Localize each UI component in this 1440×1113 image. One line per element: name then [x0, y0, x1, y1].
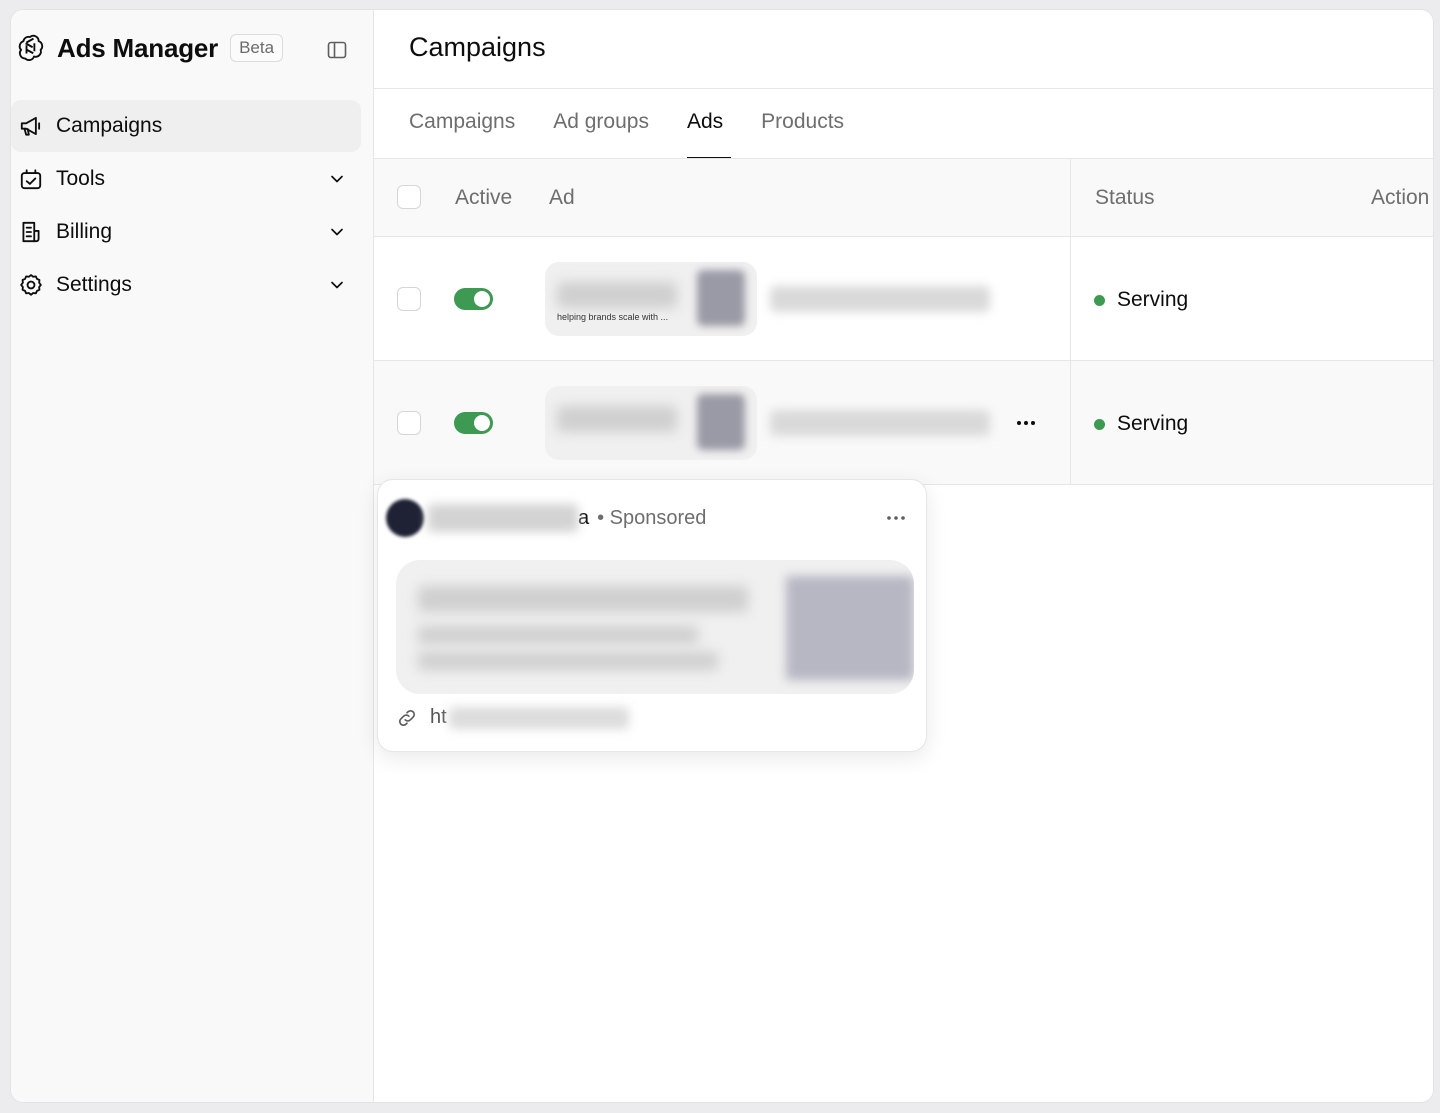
sidebar-item-label: Tools	[56, 167, 106, 190]
blurred-body-line	[418, 652, 718, 670]
chevron-down-icon[interactable]	[327, 275, 347, 295]
ad-image	[697, 270, 745, 326]
tab-campaigns[interactable]: Campaigns	[409, 110, 515, 159]
tab-bar: Campaigns Ad groups Ads Products	[409, 110, 882, 159]
ad-url[interactable]: ht	[396, 706, 629, 729]
app-title: Ads Manager	[57, 32, 219, 63]
sidebar-item-label: Billing	[56, 220, 113, 243]
column-header-ad[interactable]: Ad	[549, 159, 575, 236]
row-checkbox[interactable]	[397, 411, 421, 435]
status-dot	[1094, 418, 1105, 430]
ad-caption: helping brands scale with ...	[557, 312, 669, 322]
sidebar-nav: Campaigns Tools Billing Settings	[11, 100, 361, 312]
row-checkbox[interactable]	[397, 287, 421, 311]
chevron-down-icon[interactable]	[327, 169, 347, 189]
column-header-status[interactable]: Status	[1095, 159, 1155, 236]
tab-ads[interactable]: Ads	[686, 110, 732, 159]
app-window: Ads Manager Beta Campaigns Tools Billing…	[11, 10, 1433, 1102]
table-header: Active Ad Status Action	[374, 159, 1433, 237]
ad-image	[786, 576, 914, 680]
sidebar-item-campaigns[interactable]: Campaigns	[11, 100, 361, 152]
active-toggle[interactable]	[454, 288, 493, 310]
blurred-url	[448, 706, 629, 729]
status-text: Serving	[1117, 412, 1189, 435]
page-title: Campaigns	[409, 32, 546, 62]
ad-thumbnail[interactable]: helping brands scale with ...	[545, 262, 757, 336]
status-dot	[1094, 294, 1105, 306]
blurred-advertiser-name	[428, 504, 578, 532]
main-content: Campaigns Campaigns Ad groups Ads Produc…	[374, 10, 1433, 1102]
advertiser-name-suffix: a	[578, 506, 590, 529]
sidebar-item-tools[interactable]: Tools	[11, 153, 361, 205]
ads-table: Active Ad Status Action helping brands s…	[374, 159, 1433, 485]
tab-ad-groups[interactable]: Ad groups	[553, 110, 649, 159]
table-row[interactable]: helping brands scale with ... Serving	[374, 237, 1433, 361]
status-text: Serving	[1117, 288, 1189, 311]
blurred-ad-text	[557, 282, 677, 308]
blurred-body-line	[418, 626, 698, 644]
ad-preview-popover: a • Sponsored ht	[377, 479, 927, 752]
url-prefix: ht	[430, 706, 447, 728]
sidebar: Ads Manager Beta Campaigns Tools Billing…	[11, 10, 374, 1102]
active-toggle[interactable]	[454, 412, 493, 434]
sidebar-toggle-icon[interactable]	[325, 38, 349, 62]
ad-image	[697, 394, 745, 450]
sidebar-item-billing[interactable]: Billing	[11, 206, 361, 258]
select-all-checkbox[interactable]	[397, 185, 421, 209]
column-divider	[1070, 237, 1071, 360]
tools-icon	[18, 166, 44, 192]
link-icon	[396, 707, 418, 729]
status-badge: Serving	[1094, 412, 1188, 436]
ad-thumbnail[interactable]	[545, 386, 757, 460]
ad-preview-header: a • Sponsored	[386, 498, 916, 538]
divider	[374, 88, 1433, 89]
avatar	[386, 499, 424, 537]
brand[interactable]: Ads Manager Beta	[15, 32, 284, 64]
sidebar-item-label: Campaigns	[56, 114, 163, 137]
table-row[interactable]: Serving	[374, 361, 1433, 485]
column-divider	[1070, 159, 1071, 236]
ad-preview-card[interactable]	[396, 560, 914, 694]
gear-icon	[18, 272, 44, 298]
openai-logo-icon	[15, 33, 45, 63]
sidebar-item-settings[interactable]: Settings	[11, 259, 361, 311]
megaphone-icon	[18, 113, 44, 139]
blurred-headline	[418, 586, 748, 612]
more-options-icon[interactable]	[1014, 411, 1038, 435]
sidebar-item-label: Settings	[56, 273, 132, 296]
blurred-ad-name	[770, 410, 990, 436]
more-options-icon[interactable]	[884, 506, 908, 530]
beta-badge: Beta	[230, 34, 284, 62]
column-header-active[interactable]: Active	[455, 159, 512, 236]
blurred-ad-text	[557, 406, 677, 432]
blurred-ad-name	[770, 286, 990, 312]
billing-icon	[18, 219, 44, 245]
chevron-down-icon[interactable]	[327, 222, 347, 242]
column-header-action: Action	[1371, 185, 1430, 209]
sponsored-label: • Sponsored	[597, 506, 707, 529]
status-badge: Serving	[1094, 288, 1188, 312]
column-divider	[1070, 361, 1071, 484]
tab-products[interactable]: Products	[761, 110, 844, 159]
